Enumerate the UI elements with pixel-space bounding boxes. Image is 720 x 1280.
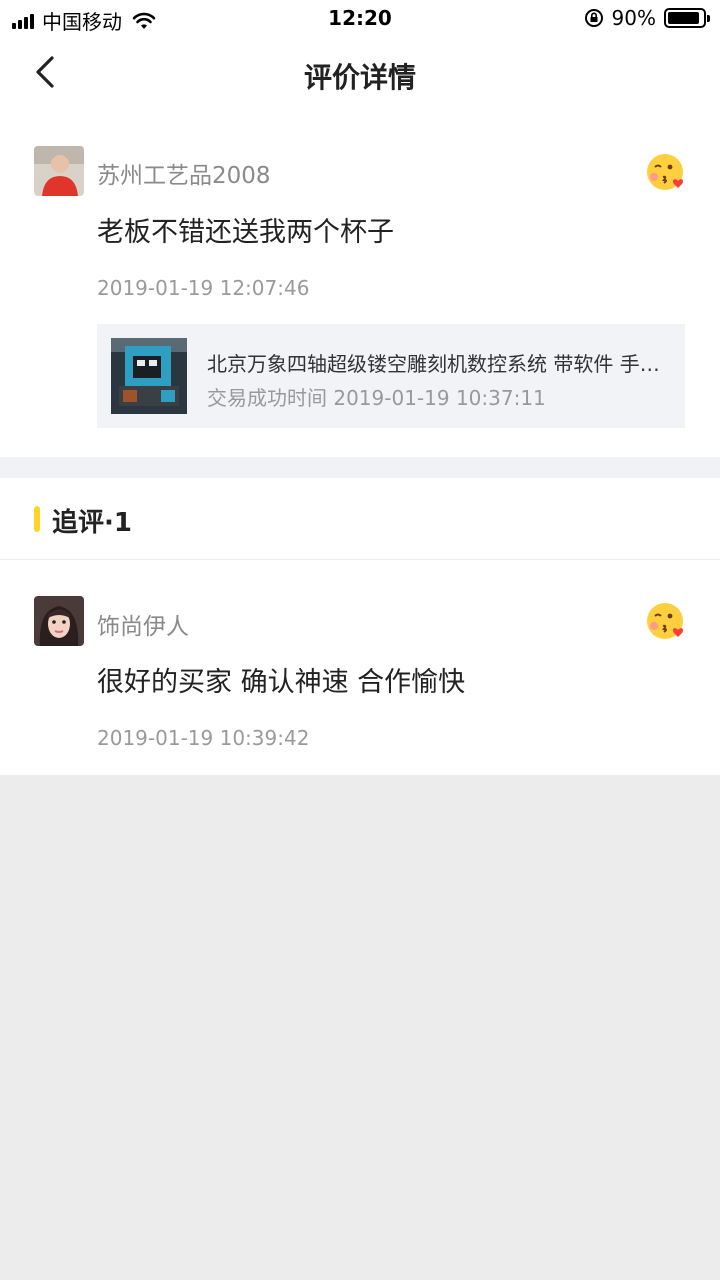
battery-percent: 90% [611,6,656,30]
followup-section: 追评·1 饰尚伊人 很好的买家 确认神速 合作愉快 2019-01-19 10:… [0,478,720,775]
accent-bar [34,506,40,532]
nav-bar: 评价详情 [0,36,720,112]
reviewer-name: 苏州工艺品2008 [97,163,271,189]
kiss-face-icon [647,154,684,190]
trade-time: 交易成功时间 2019-01-19 10:37:11 [207,386,546,410]
followup-header: 追评·1 [0,478,720,560]
followup-author: 饰尚伊人 [97,614,189,640]
product-image [111,338,187,414]
followup-title: 追评·1 [52,508,132,538]
review-content: 老板不错还送我两个杯子 [97,217,394,248]
battery-fill [668,12,699,24]
page-title: 评价详情 [303,61,416,94]
status-right: 90% [584,6,710,30]
product-card[interactable]: 北京万象四轴超级镂空雕刻机数控系统 带软件 手… 交易成功时间 2019-01-… [97,324,685,428]
kiss-face-icon [647,603,684,639]
followup-content: 很好的买家 确认神速 合作愉快 [97,667,466,698]
battery-icon [664,8,710,28]
review-timestamp: 2019-01-19 12:07:46 [97,276,310,300]
followup-timestamp: 2019-01-19 10:39:42 [97,726,310,750]
status-bar: 中国移动 12:20 90% [0,0,720,36]
section-divider [0,457,720,478]
rotation-lock-icon [584,9,603,27]
avatar[interactable] [34,596,84,646]
review-card: 苏州工艺品2008 老板不错还送我两个杯子 2019-01-19 12:07:4… [0,112,720,457]
avatar[interactable] [34,146,84,196]
product-title: 北京万象四轴超级镂空雕刻机数控系统 带软件 手… [207,352,660,376]
